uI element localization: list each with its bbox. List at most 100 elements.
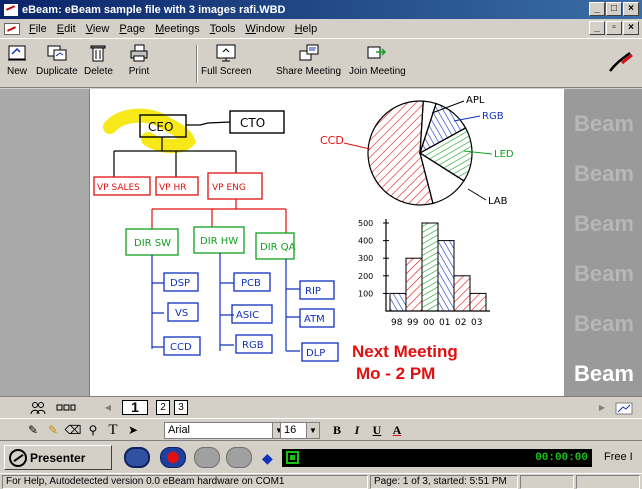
org-label-pcb: PCB — [241, 278, 261, 289]
menu-help[interactable]: Help — [290, 23, 323, 35]
window-title: eBeam: eBeam sample file with 3 images r… — [22, 3, 286, 16]
org-label-dir-hw: DIR HW — [200, 236, 238, 247]
font-select-value: Arial — [168, 424, 191, 436]
pie-label-apl: APL — [466, 95, 485, 106]
bold-button[interactable]: B — [328, 422, 346, 438]
page-tab-1[interactable]: 1 — [122, 400, 148, 415]
page-tab-3[interactable]: 3 — [174, 400, 188, 415]
chevron-down-icon[interactable]: ▼ — [306, 423, 319, 438]
bar-chart: 98 99 00 01 02 03 — [389, 222, 487, 328]
presenter-bar: Presenter ◆ 00:00:00 Free I — [0, 440, 642, 473]
org-label-vs: VS — [175, 308, 188, 319]
doc-restore-button[interactable]: ▫ — [606, 21, 622, 35]
italic-button[interactable]: I — [348, 422, 366, 438]
bar-03 — [469, 292, 487, 312]
canvas-right-margin: Beam Beam Beam Beam Beam Beam — [564, 89, 642, 396]
font-size-select[interactable]: 16 ▼ — [280, 422, 320, 439]
menu-edit[interactable]: Edit — [52, 23, 81, 35]
org-label-ccd: CCD — [170, 342, 192, 353]
menu-meetings[interactable]: Meetings — [150, 23, 205, 35]
record-button[interactable] — [160, 447, 186, 468]
meeting-note-line1: Next Meeting — [352, 342, 458, 361]
bar-xtick-label: 03 — [471, 318, 482, 328]
org-label-dir-sw: DIR SW — [134, 238, 171, 249]
font-select[interactable]: Arial ▼ — [164, 422, 286, 439]
page-bar: ◀ 1 2 3 ▶ — [0, 396, 642, 418]
status-bar: For Help, Autodetected version 0.0 eBeam… — [0, 473, 642, 489]
canvas-left-margin — [0, 89, 90, 396]
delete-button[interactable]: Delete — [84, 43, 113, 77]
text-tool-icon[interactable]: T — [104, 422, 122, 438]
pointer-icon[interactable]: ➤ — [124, 422, 142, 438]
pause-button[interactable] — [194, 447, 220, 468]
share-meeting-button-label: Share Meeting — [276, 66, 342, 77]
whiteboard-drawing: CEO CTO VP SALES VP HR VP ENG DIR SW DIR… — [93, 95, 514, 383]
maximize-button[interactable]: □ — [606, 2, 622, 16]
page-tab-2[interactable]: 2 — [156, 400, 170, 415]
page-scroll-left-icon[interactable]: ◀ — [102, 400, 114, 416]
org-label-rip: RIP — [305, 286, 321, 297]
new-button[interactable]: New — [6, 43, 28, 77]
close-button[interactable]: × — [623, 2, 639, 16]
bar-02 — [453, 275, 471, 312]
org-label-ceo: CEO — [148, 120, 173, 134]
menu-tools[interactable]: Tools — [205, 23, 241, 35]
document-icon[interactable] — [4, 22, 20, 35]
presenter-button[interactable]: Presenter — [4, 445, 112, 470]
doc-minimize-button[interactable]: _ — [589, 21, 605, 35]
thumbnails-icon[interactable] — [56, 401, 76, 415]
join-meeting-button-label: Join Meeting — [349, 66, 406, 77]
title-bar: eBeam: eBeam sample file with 3 images r… — [0, 0, 642, 19]
watermark-4: Beam — [574, 261, 634, 286]
page-scroll-right-icon[interactable]: ▶ — [596, 400, 608, 416]
org-label-asic: ASIC — [236, 310, 259, 321]
new-button-label: New — [6, 66, 27, 77]
highlighter-icon[interactable]: ✎ — [44, 422, 62, 438]
print-button[interactable]: Print — [128, 43, 150, 77]
underline-button[interactable]: U — [368, 422, 386, 438]
people-icon[interactable] — [30, 401, 46, 415]
stop-button[interactable] — [226, 447, 252, 468]
ebeam-app-icon[interactable] — [4, 3, 18, 16]
menu-page[interactable]: Page — [114, 23, 150, 35]
meeting-note-line2: Mo - 2 PM — [356, 364, 435, 383]
org-label-cto: CTO — [240, 116, 265, 130]
bar-xtick-label: 98 — [391, 318, 403, 328]
presenter-label: Presenter — [30, 450, 86, 465]
duplicate-button[interactable]: Duplicate — [36, 43, 78, 77]
bar-ytick-label: 100 — [358, 289, 373, 298]
org-label-rgb: RGB — [242, 340, 264, 351]
magnifier-icon[interactable]: ⚲ — [84, 422, 102, 438]
duplicate-button-label: Duplicate — [36, 66, 78, 77]
org-label-vp-eng: VP ENG — [212, 183, 246, 193]
share-meeting-button[interactable]: Share Meeting — [276, 43, 341, 77]
bar-xtick-label: 01 — [439, 318, 450, 328]
text-color-button[interactable]: A — [388, 422, 406, 438]
presenter-icon — [9, 448, 27, 467]
minimize-button[interactable]: _ — [589, 2, 605, 16]
full-screen-button[interactable]: Full Screen — [201, 43, 252, 77]
doc-close-button[interactable]: × — [623, 21, 639, 35]
playback-icon[interactable]: ◆ — [262, 450, 273, 467]
status-panel-empty-1 — [520, 475, 574, 489]
pen-icon[interactable]: ✎ — [24, 422, 42, 438]
graph-view-icon[interactable] — [614, 401, 634, 415]
eraser-icon[interactable]: ⌫ — [64, 422, 82, 438]
status-panel-empty-2 — [576, 475, 640, 489]
full-screen-button-label: Full Screen — [201, 66, 252, 77]
menu-view[interactable]: View — [81, 23, 115, 35]
pie-label-lab: LAB — [488, 196, 508, 207]
org-label-atm: ATM — [304, 314, 325, 325]
join-meeting-button[interactable]: Join Meeting — [349, 43, 406, 77]
pie-label-led: LED — [494, 149, 514, 160]
print-button-label: Print — [128, 66, 150, 77]
org-label-dlp: DLP — [306, 348, 325, 359]
whiteboard-canvas[interactable]: CEO CTO VP SALES VP HR VP ENG DIR SW DIR… — [90, 89, 564, 396]
status-help: For Help, Autodetected version 0.0 eBeam… — [2, 475, 368, 489]
slides-icon[interactable] — [124, 447, 150, 468]
menu-file[interactable]: File — [24, 23, 52, 35]
bar-ytick-label: 300 — [358, 254, 373, 263]
bar-01 — [437, 240, 455, 312]
bar-ytick-label: 200 — [358, 272, 373, 281]
menu-window[interactable]: Window — [240, 23, 289, 35]
